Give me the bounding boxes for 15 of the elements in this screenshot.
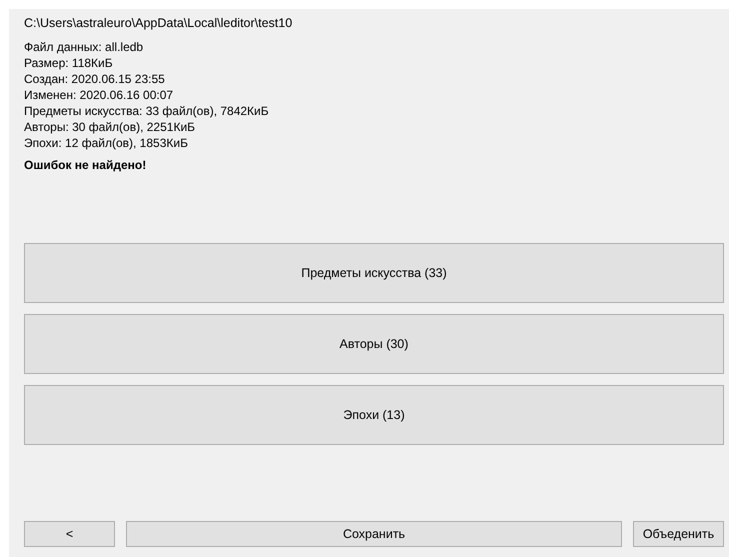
save-button[interactable]: Сохранить [126, 521, 622, 547]
file-path: C:\Users\astraleuro\AppData\Local\leditor\test10 [24, 15, 294, 31]
info-line: Создан: 2020.06.15 23:55 [24, 71, 166, 87]
info-line: Изменен: 2020.06.16 00:07 [24, 87, 174, 103]
category-button[interactable]: Эпохи (13) [24, 385, 724, 445]
info-line: Предметы искусства: 33 файл(ов), 7842КиБ [24, 103, 270, 119]
back-button[interactable]: < [24, 521, 115, 547]
info-line: Авторы: 30 файл(ов), 2251КиБ [24, 119, 196, 135]
category-button[interactable]: Предметы искусства (33) [24, 243, 724, 303]
info-line: Размер: 118КиБ [24, 55, 114, 71]
info-line: Файл данных: all.ledb [24, 39, 144, 55]
merge-button[interactable]: Объеденить [633, 521, 724, 547]
info-line: Эпохи: 12 файл(ов), 1853КиБ [24, 135, 189, 151]
status-message: Ошибок не найдено! [24, 157, 148, 173]
category-button[interactable]: Авторы (30) [24, 314, 724, 374]
